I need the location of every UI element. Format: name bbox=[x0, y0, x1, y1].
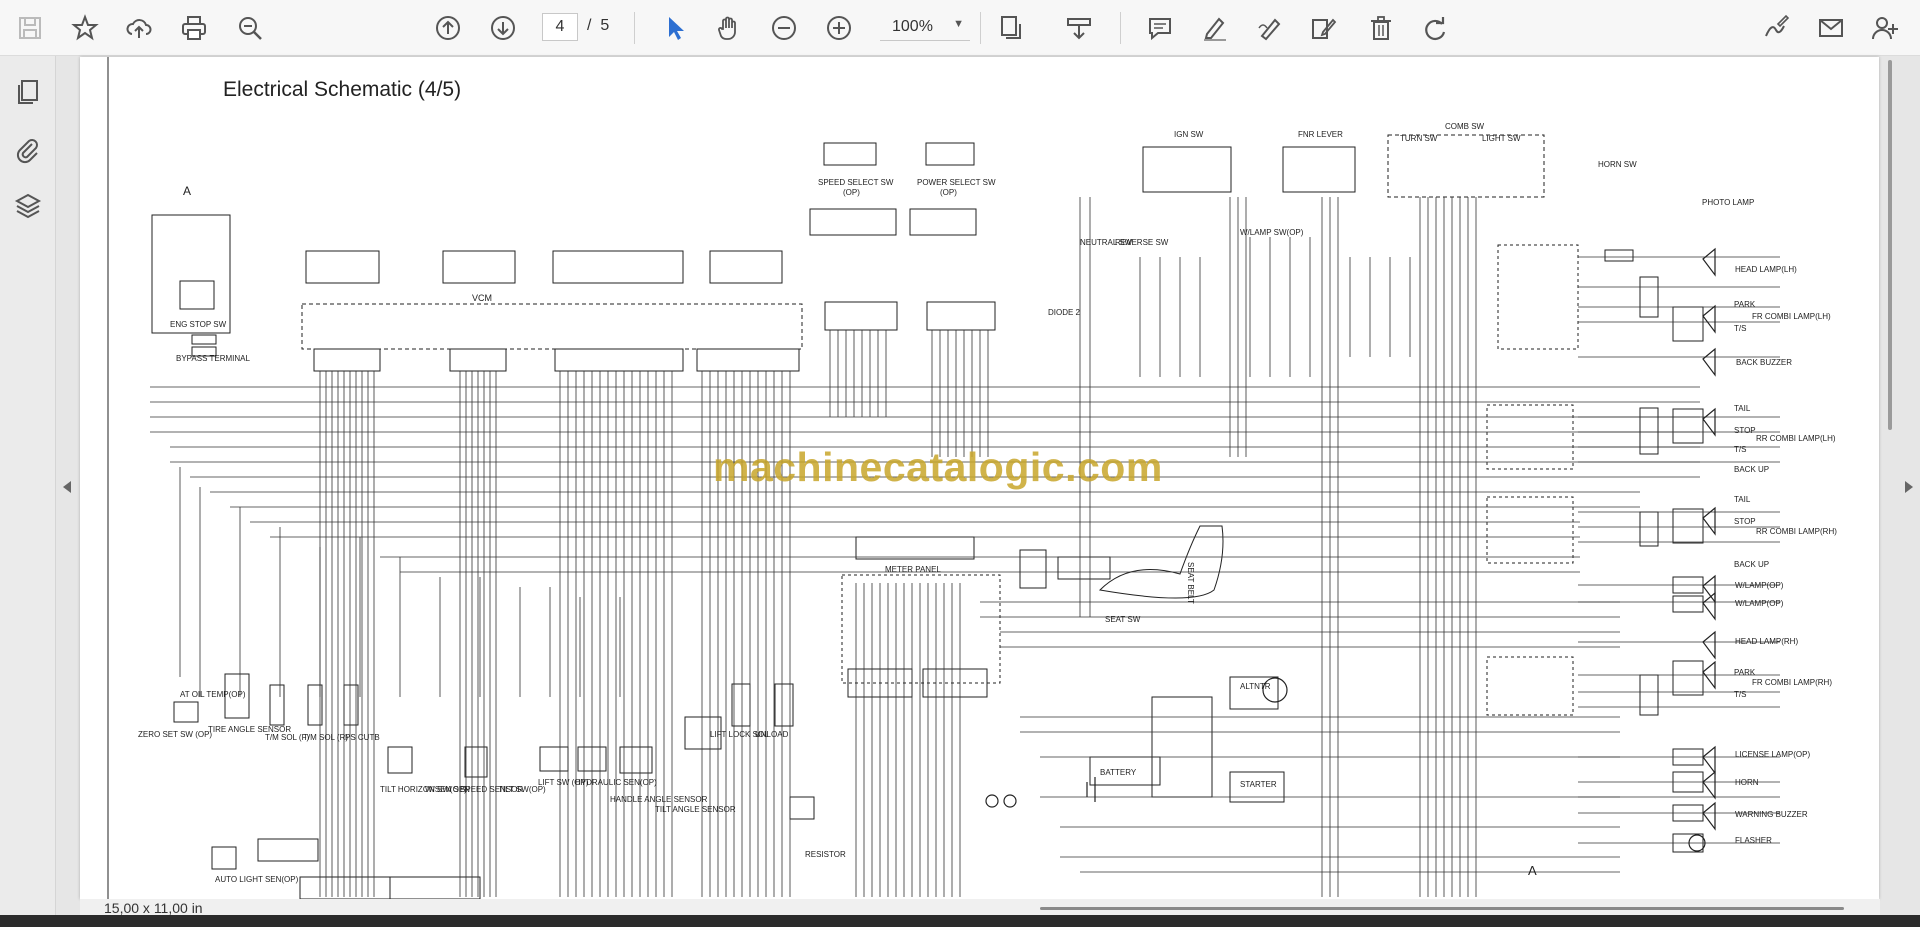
horn-sw-label: HORN SW bbox=[1598, 160, 1637, 169]
email-icon[interactable] bbox=[1812, 9, 1850, 47]
stop-label-2: STOP bbox=[1734, 517, 1756, 526]
print-icon[interactable] bbox=[175, 9, 213, 47]
page-size-label: 15,00 x 11,00 in bbox=[104, 900, 203, 916]
redo-icon[interactable] bbox=[1416, 9, 1454, 47]
sidebar bbox=[0, 56, 56, 915]
toolbar: / 5 100%▼ bbox=[0, 0, 1920, 56]
tail-label-2: TAIL bbox=[1734, 495, 1751, 504]
previous-page-arrow-icon[interactable] bbox=[60, 478, 74, 496]
upload-cloud-icon[interactable] bbox=[120, 9, 158, 47]
head-lamp-r-label: HEAD LAMP(RH) bbox=[1735, 637, 1798, 646]
meter-panel-label: METER PANEL bbox=[885, 565, 941, 574]
park-label-1: PARK bbox=[1734, 300, 1756, 309]
light-sw-label: LIGHT SW bbox=[1482, 134, 1521, 143]
photo-lamp-label: PHOTO LAMP bbox=[1702, 198, 1754, 207]
rr-comb-lh-label: RR COMBI LAMP(LH) bbox=[1756, 434, 1836, 443]
horn-label: HORN bbox=[1735, 778, 1759, 787]
page-title: Electrical Schematic (4/5) bbox=[223, 78, 462, 101]
warning-buzzer-label: WARNING BUZZER bbox=[1735, 810, 1808, 819]
ign-sw-label: IGN SW bbox=[1174, 130, 1204, 139]
pages-icon[interactable] bbox=[8, 72, 48, 112]
eng-stop-label: ENG STOP SW bbox=[170, 320, 227, 329]
back-up-label-1: BACK UP bbox=[1734, 465, 1769, 474]
fr-comb-rh-label: FR COMBI LAMP(RH) bbox=[1752, 678, 1832, 687]
hand-pan-icon[interactable] bbox=[710, 9, 748, 47]
attachment-icon[interactable] bbox=[8, 130, 48, 170]
power-select-op: (OP) bbox=[940, 188, 957, 197]
turn-sw-label: TURN SW bbox=[1400, 134, 1438, 143]
vcm-label: VCM bbox=[472, 293, 492, 303]
save-icon[interactable] bbox=[11, 9, 49, 47]
speed-select-label: SPEED SELECT SW bbox=[818, 178, 894, 187]
vertical-scrollbar[interactable] bbox=[1888, 60, 1892, 430]
zoom-minus-icon[interactable] bbox=[765, 9, 803, 47]
ref-a-top: A bbox=[183, 184, 191, 198]
delete-icon[interactable] bbox=[1362, 9, 1400, 47]
diode-label: DIODE 2 bbox=[1048, 308, 1081, 317]
zoom-out-search-icon[interactable] bbox=[231, 9, 269, 47]
auto-light-label: AUTO LIGHT SEN(OP) bbox=[215, 875, 299, 884]
fit-page-icon[interactable] bbox=[992, 9, 1030, 47]
tilt-angle-label: TILT ANGLE SENSOR bbox=[655, 805, 736, 814]
seat-belt-label: SEAT BELT bbox=[1186, 562, 1195, 604]
signature-icon[interactable] bbox=[1757, 9, 1795, 47]
handle-angle-label: HANDLE ANGLE SENSOR bbox=[610, 795, 708, 804]
zoom-select[interactable]: 100% ▼ bbox=[880, 13, 970, 41]
next-page-arrow-icon[interactable] bbox=[1902, 478, 1916, 496]
highlight-pen-icon[interactable] bbox=[1196, 9, 1234, 47]
bookmark-star-icon[interactable] bbox=[66, 9, 104, 47]
license-lamp-label: LICENSE LAMP(OP) bbox=[1735, 750, 1810, 759]
seat-sw-label: SEAT SW bbox=[1105, 615, 1141, 624]
tm-sol-r-label: T/M SOL (R) bbox=[303, 733, 348, 742]
wlamp-op-label-1: W/LAMP(OP) bbox=[1735, 581, 1784, 590]
ref-a-bottom: A bbox=[1528, 863, 1537, 878]
page-down-icon[interactable] bbox=[484, 9, 522, 47]
head-lamp-l-label: HEAD LAMP(LH) bbox=[1735, 265, 1797, 274]
at-oil-label: AT OIL TEMP(OP) bbox=[180, 690, 246, 699]
ts-label-3: T/S bbox=[1734, 690, 1746, 699]
back-buzzer-label: BACK BUZZER bbox=[1736, 358, 1792, 367]
download-tray-icon[interactable] bbox=[1060, 9, 1098, 47]
zoom-plus-icon[interactable] bbox=[820, 9, 858, 47]
document-page: A ENG STOP SW BYPASS TERMINAL VCM SPEED … bbox=[80, 57, 1879, 899]
altntr-label: ALTNTR bbox=[1240, 682, 1271, 691]
select-cursor-icon[interactable] bbox=[656, 9, 694, 47]
ps-cutb-label: PS CUTB bbox=[345, 733, 380, 742]
zero-set-label: ZERO SET SW (OP) bbox=[138, 730, 212, 739]
fnr-lever-label: FNR LEVER bbox=[1298, 130, 1343, 139]
wlamp-sw-label: W/LAMP SW(OP) bbox=[1240, 228, 1304, 237]
draw-pen-icon[interactable] bbox=[1251, 9, 1289, 47]
tail-label-1: TAIL bbox=[1734, 404, 1751, 413]
reverse-sw-label: REVERSE SW bbox=[1115, 238, 1169, 247]
page-number-input[interactable] bbox=[542, 13, 578, 41]
taskbar-strip bbox=[0, 915, 1920, 927]
edit-doc-icon[interactable] bbox=[1304, 9, 1342, 47]
power-select-label: POWER SELECT SW bbox=[917, 178, 996, 187]
comment-icon[interactable] bbox=[1141, 9, 1179, 47]
starter-label: STARTER bbox=[1240, 780, 1277, 789]
user-add-icon[interactable] bbox=[1866, 9, 1904, 47]
unload-label: UNLOAD bbox=[755, 730, 789, 739]
resistor-label: RESISTOR bbox=[805, 850, 846, 859]
park-label-2: PARK bbox=[1734, 668, 1756, 677]
comb-sw-label: COMB SW bbox=[1445, 122, 1485, 131]
page-up-icon[interactable] bbox=[429, 9, 467, 47]
ts-label-1: T/S bbox=[1734, 324, 1746, 333]
stop-label-1: STOP bbox=[1734, 426, 1756, 435]
wlamp-op-label-2: W/LAMP(OP) bbox=[1735, 599, 1784, 608]
speed-select-op: (OP) bbox=[843, 188, 860, 197]
back-up-label-2: BACK UP bbox=[1734, 560, 1769, 569]
ts-label-2: T/S bbox=[1734, 445, 1746, 454]
rr-comb-rh-label: RR COMBI LAMP(RH) bbox=[1756, 527, 1837, 536]
horizontal-scrollbar[interactable] bbox=[1040, 907, 1844, 910]
page-count: / 5 bbox=[587, 17, 610, 34]
flasher-label: FLASHER bbox=[1735, 836, 1772, 845]
hydraulic-label: HYDRAULIC SEN(OP) bbox=[575, 778, 657, 787]
watermark: machinecatalogic.com bbox=[713, 444, 1163, 490]
layers-icon[interactable] bbox=[8, 186, 48, 226]
bypass-label: BYPASS TERMINAL bbox=[176, 354, 251, 363]
fr-comb-lh-label: FR COMBI LAMP(LH) bbox=[1752, 312, 1831, 321]
chevron-down-icon: ▼ bbox=[953, 18, 964, 30]
battery-label: BATTERY bbox=[1100, 768, 1137, 777]
